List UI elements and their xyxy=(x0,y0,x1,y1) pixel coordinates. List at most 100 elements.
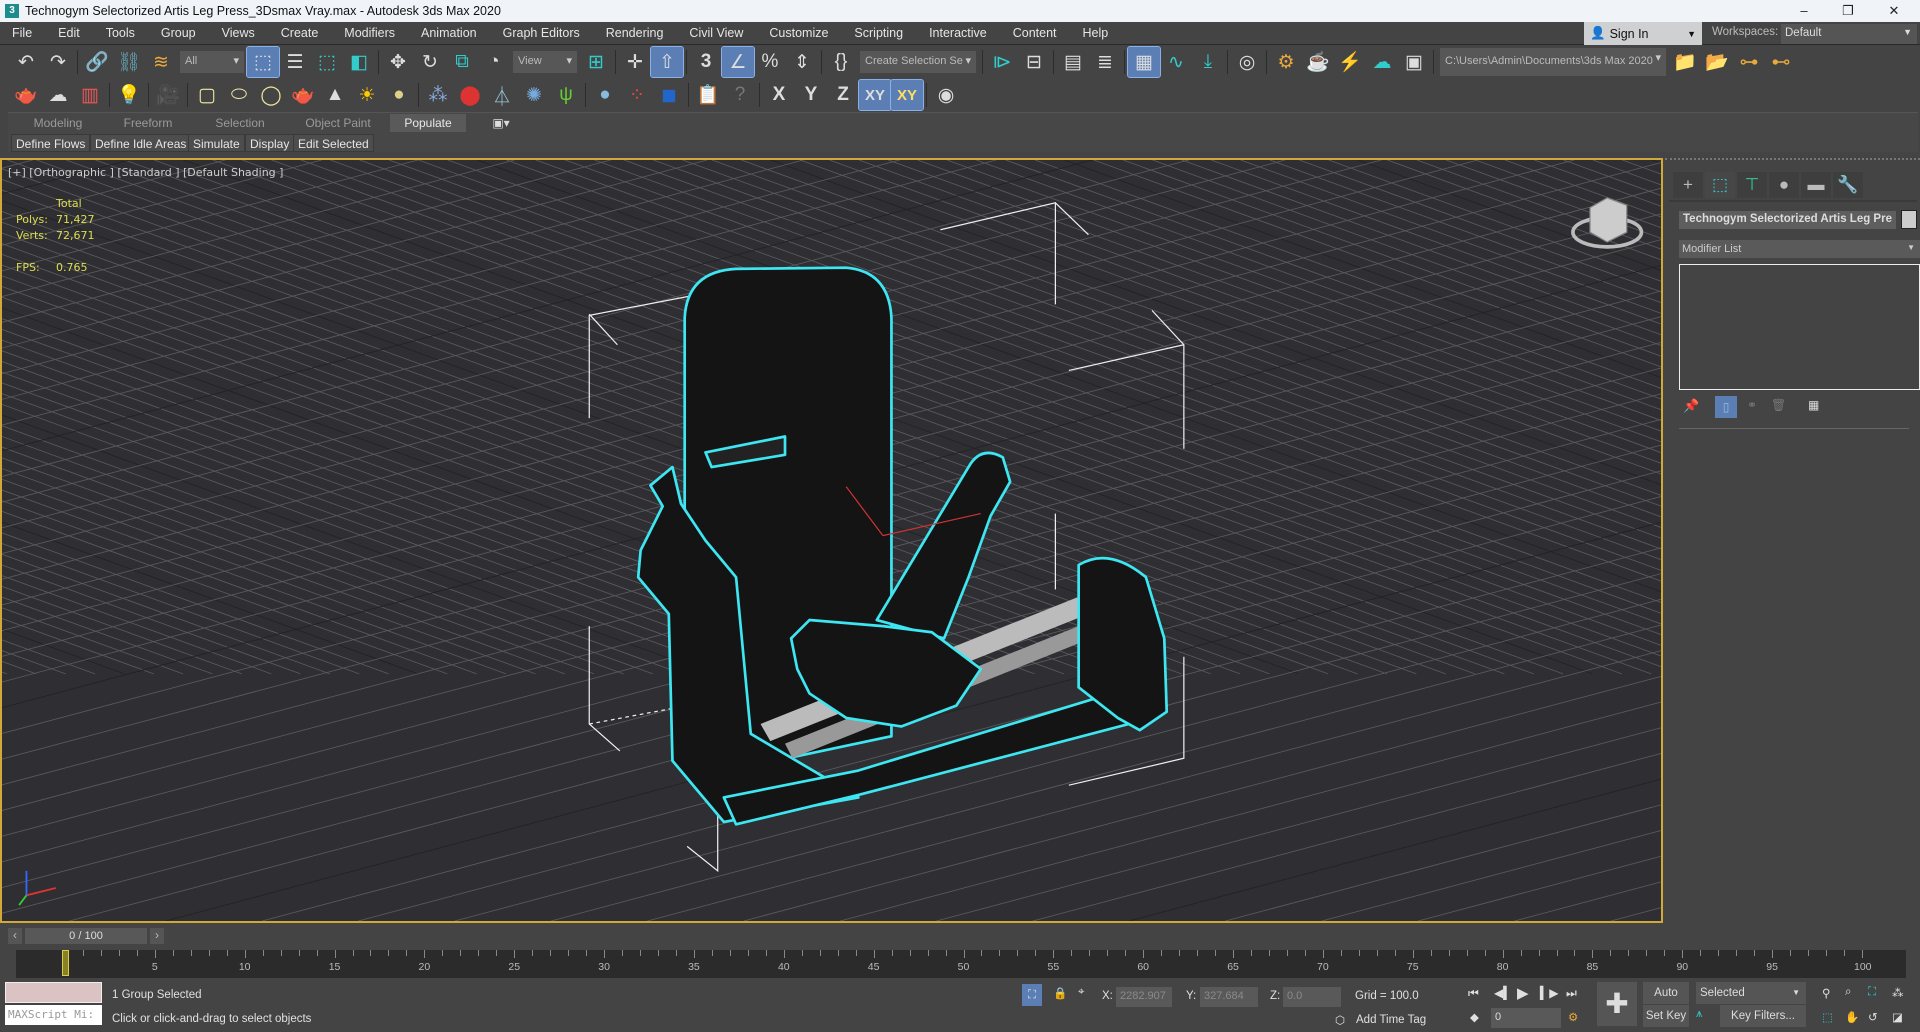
select-move-icon[interactable]: ✥ xyxy=(382,47,414,77)
mirror-icon[interactable]: ⧐ xyxy=(986,47,1018,77)
show-end-result-icon[interactable]: ▯ xyxy=(1715,396,1737,418)
constrain-x-button[interactable]: X xyxy=(763,80,795,110)
restore-button[interactable]: ❐ xyxy=(1826,0,1870,22)
sphere-light-icon[interactable]: ◯ xyxy=(255,80,287,110)
absolute-mode-icon[interactable]: ⌖ xyxy=(1078,986,1084,999)
zoom-all-icon[interactable]: ⌕ xyxy=(1845,986,1851,999)
define-idle-areas-button[interactable]: Define Idle Areas xyxy=(90,134,192,152)
viewport-orthographic[interactable]: [+] [Orthographic ] [Standard ] [Default… xyxy=(0,158,1663,923)
angle-snap-icon[interactable]: ∠ xyxy=(721,46,755,78)
tab-selection[interactable]: Selection xyxy=(200,114,280,132)
toggle-ribbon-icon[interactable]: ▦ xyxy=(1127,46,1161,78)
menu-edit[interactable]: Edit xyxy=(45,26,93,40)
next-frame-icon[interactable]: ▍▶ xyxy=(1540,986,1558,1000)
grass-icon[interactable]: ψ xyxy=(550,80,582,110)
modifier-list-dropdown[interactable]: Modifier List ▼ xyxy=(1679,240,1920,258)
undo-icon[interactable]: ↶ xyxy=(10,47,42,77)
time-configuration-icon[interactable]: ⚙ xyxy=(1568,1010,1578,1024)
next-frame-button[interactable]: › xyxy=(150,928,164,944)
tab-populate[interactable]: Populate xyxy=(390,114,466,132)
set-project-folder-icon[interactable]: 📂 xyxy=(1701,47,1733,77)
edit-selected-button[interactable]: Edit Selected xyxy=(293,134,374,152)
menu-content[interactable]: Content xyxy=(1000,26,1070,40)
selection-lock-icon[interactable]: 🔒 xyxy=(1053,986,1067,1000)
utilities-tab-icon[interactable]: 🔧 xyxy=(1833,172,1863,198)
color-dots-icon[interactable]: ⁘ xyxy=(621,80,653,110)
pin-stack-icon[interactable]: 📌 xyxy=(1683,398,1699,414)
configure-modifier-sets-icon[interactable]: ▦ xyxy=(1808,398,1819,412)
link-icon[interactable]: 🔗 xyxy=(81,47,113,77)
menu-animation[interactable]: Animation xyxy=(408,26,490,40)
light-icon[interactable]: 💡 xyxy=(113,80,145,110)
add-time-tag-button[interactable]: Add Time Tag xyxy=(1356,1014,1426,1026)
viewport-dial-icon[interactable]: ◉ xyxy=(930,80,962,110)
dome-icon[interactable]: ⬭ xyxy=(223,80,255,110)
zoom-extents-icon[interactable]: ⛶ xyxy=(1868,986,1876,999)
current-frame-marker[interactable] xyxy=(62,950,69,976)
y-coordinate-field[interactable]: 327.684 xyxy=(1200,987,1258,1007)
tab-object-paint[interactable]: Object Paint xyxy=(293,114,383,132)
modify-tab-icon[interactable]: ⬚ xyxy=(1705,172,1735,198)
cloud-icon[interactable]: ☁ xyxy=(42,80,74,110)
object-name-field[interactable]: Technogym Selectorized Artis Leg Pre xyxy=(1679,211,1896,229)
menu-tools[interactable]: Tools xyxy=(93,26,148,40)
menu-civil-view[interactable]: Civil View xyxy=(676,26,756,40)
menu-views[interactable]: Views xyxy=(209,26,268,40)
select-rotate-icon[interactable]: ↻ xyxy=(414,47,446,77)
time-slider[interactable]: ‹ 0 / 100 › xyxy=(8,928,165,946)
define-flows-button[interactable]: Define Flows xyxy=(11,134,91,152)
set-key-big-icon[interactable]: ✚ xyxy=(1597,982,1637,1026)
a360-gallery-icon[interactable]: ▣ xyxy=(1398,47,1430,77)
menu-create[interactable]: Create xyxy=(268,26,332,40)
material-editor-icon[interactable]: ◎ xyxy=(1231,47,1263,77)
create-tab-icon[interactable]: + xyxy=(1673,172,1703,198)
constrain-xy-button[interactable]: XY xyxy=(858,79,892,111)
go-to-start-icon[interactable]: ⏮ xyxy=(1468,986,1479,1001)
keyboard-shortcut-override-icon[interactable]: ⇧ xyxy=(650,46,684,78)
close-button[interactable]: ✕ xyxy=(1872,0,1916,22)
render-setup-icon[interactable]: ⚙ xyxy=(1270,47,1302,77)
use-pivot-center-icon[interactable]: ⊞ xyxy=(580,47,612,77)
sun-icon[interactable]: ☀ xyxy=(351,80,383,110)
previous-frame-button[interactable]: ‹ xyxy=(8,928,22,944)
unlink-icon[interactable]: ⛓ xyxy=(113,47,145,77)
maxscript-listener-output[interactable] xyxy=(5,982,102,1003)
selection-filter-dropdown[interactable]: All xyxy=(180,51,244,73)
redo-icon[interactable]: ↷ xyxy=(42,47,74,77)
z-coordinate-field[interactable]: 0.0 xyxy=(1283,987,1341,1007)
workspace-select[interactable]: Default ▼ xyxy=(1781,24,1917,44)
curve-editor-icon[interactable]: ∿ xyxy=(1160,47,1192,77)
select-scale-icon[interactable]: ⧉ xyxy=(446,47,478,77)
sign-in-button[interactable]: 👤 Sign In ▼ xyxy=(1584,22,1702,45)
network-icon[interactable]: ⏃ xyxy=(486,80,518,110)
viewport-canvas[interactable] xyxy=(2,160,1661,921)
schematic-view-icon[interactable]: ⤓ xyxy=(1192,47,1224,77)
mesh-light-icon[interactable]: ● xyxy=(383,80,415,110)
zoom-region-icon[interactable]: ⬚ xyxy=(1822,1010,1833,1024)
default-in-out-tangent-icon[interactable]: ⩚ xyxy=(1696,1008,1703,1021)
menu-help[interactable]: Help xyxy=(1070,26,1122,40)
menu-file[interactable]: File xyxy=(0,26,45,40)
select-place-icon[interactable]: ◔ xyxy=(478,47,510,77)
particles-icon[interactable]: ⁂ xyxy=(422,80,454,110)
constrain-y-button[interactable]: Y xyxy=(795,80,827,110)
teapot-light-icon[interactable]: 🫖 xyxy=(287,80,319,110)
render-in-cloud-icon[interactable]: ☁ xyxy=(1366,47,1398,77)
menu-modifiers[interactable]: Modifiers xyxy=(331,26,408,40)
time-tag-icon[interactable]: ⬡ xyxy=(1335,1013,1345,1027)
track-bar[interactable]: 0510152025303540455055606570758085909510… xyxy=(16,950,1906,978)
named-selection-dropdown[interactable]: Create Selection Se xyxy=(860,51,976,73)
percent-snap-icon[interactable]: % xyxy=(754,47,786,77)
menu-customize[interactable]: Customize xyxy=(756,26,841,40)
render-production-icon[interactable]: ⚡ xyxy=(1334,47,1366,77)
constrain-xy-cycle-button[interactable]: XY xyxy=(890,79,924,111)
select-by-name-icon[interactable]: ☰ xyxy=(279,47,311,77)
environment-icon[interactable]: ▥ xyxy=(74,80,106,110)
ribbon-options-icon[interactable]: ▣▾ xyxy=(486,114,516,132)
isolate-selection-icon[interactable]: ⛶ xyxy=(1022,984,1042,1006)
go-to-end-icon[interactable]: ⏭ xyxy=(1566,986,1577,1001)
spinner-snap-icon[interactable]: ⇕ xyxy=(786,47,818,77)
project-tree-icon[interactable]: ⊷ xyxy=(1765,47,1797,77)
pan-icon[interactable]: ✋ xyxy=(1845,1010,1859,1024)
window-crossing-icon[interactable]: ◧ xyxy=(343,47,375,77)
